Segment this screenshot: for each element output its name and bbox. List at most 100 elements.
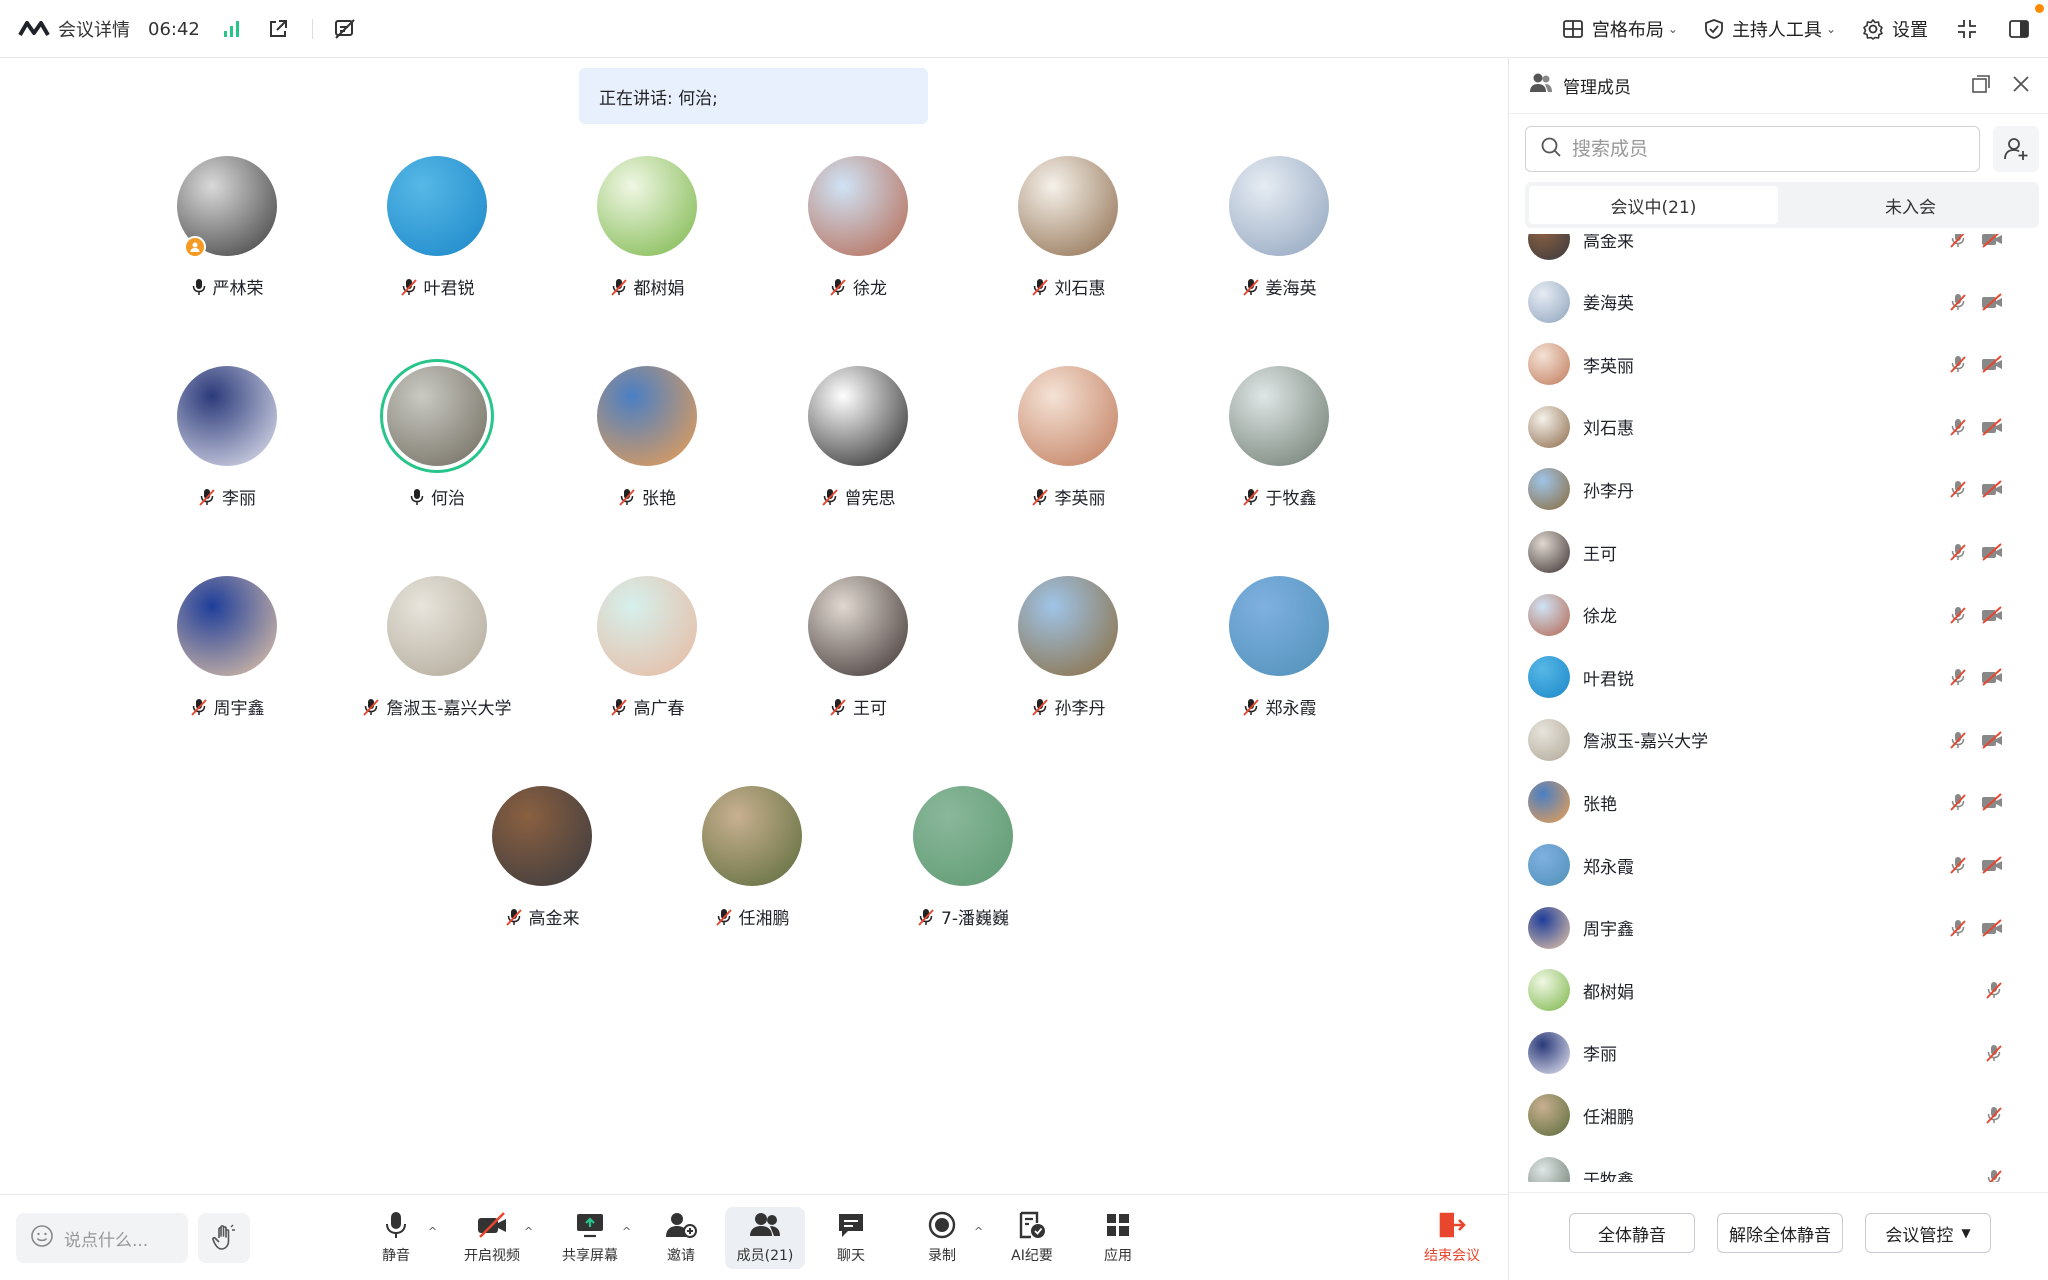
members-button[interactable]: 成员(21) xyxy=(725,1207,805,1269)
member-row[interactable]: 姜海英 xyxy=(1509,271,2048,333)
camera-off-icon[interactable] xyxy=(1981,731,2003,749)
meeting-details-link[interactable]: 会议详情 xyxy=(58,16,130,42)
microphone-muted-icon[interactable] xyxy=(1949,234,1967,248)
participant-tile[interactable]: 王可 xyxy=(753,576,963,736)
microphone-muted-icon[interactable] xyxy=(1949,793,1967,812)
camera-off-icon[interactable] xyxy=(1981,605,2003,624)
participant-tile[interactable]: 叶君锐 xyxy=(332,156,542,316)
mute-all-button[interactable]: 全体静音 xyxy=(1569,1213,1695,1253)
mute-options-caret[interactable]: ^ xyxy=(428,1225,437,1238)
member-row[interactable]: 李丽 xyxy=(1509,1022,2048,1084)
caption-off-icon[interactable] xyxy=(333,17,357,41)
grid-layout-button[interactable]: 宫格布局 ⌄ xyxy=(1562,16,1678,42)
participant-tile[interactable]: 孙李丹 xyxy=(963,576,1173,736)
participant-tile[interactable]: 李英丽 xyxy=(963,366,1173,526)
microphone-muted-icon[interactable] xyxy=(1949,919,1967,937)
camera-off-icon[interactable] xyxy=(1981,543,2003,561)
settings-button[interactable]: 设置 xyxy=(1862,16,1928,42)
microphone-muted-icon[interactable] xyxy=(1949,731,1967,749)
raise-hand-button[interactable] xyxy=(198,1213,250,1263)
meeting-control-button[interactable]: 会议管控 ▼ xyxy=(1865,1213,1991,1253)
camera-off-icon[interactable] xyxy=(1981,918,2003,937)
quick-chat-input[interactable]: 说点什么... xyxy=(16,1213,188,1263)
camera-off-icon[interactable] xyxy=(1981,418,2003,436)
participant-tile[interactable]: 都树娟 xyxy=(542,156,752,316)
participant-tile[interactable]: 7-潘巍巍 xyxy=(858,786,1068,946)
tab-not-joined[interactable]: 未入会 xyxy=(1786,186,2035,224)
camera-off-icon[interactable] xyxy=(1981,668,2003,686)
member-row[interactable]: 任湘鹏 xyxy=(1509,1084,2048,1146)
participant-tile[interactable]: 何治 xyxy=(332,366,542,526)
participant-tile[interactable]: 周宇鑫 xyxy=(122,576,332,736)
member-row[interactable]: 郑永霞 xyxy=(1509,834,2048,896)
share-screen-button[interactable]: 共享屏幕 xyxy=(550,1207,630,1269)
microphone-muted-icon[interactable] xyxy=(1949,480,1967,499)
mute-button[interactable]: 静音 xyxy=(356,1207,436,1269)
participant-tile[interactable]: 高广春 xyxy=(542,576,752,736)
member-row[interactable]: 都树娟 xyxy=(1509,959,2048,1021)
signal-strength-icon[interactable] xyxy=(220,17,244,41)
host-tools-button[interactable]: 主持人工具 ⌄ xyxy=(1704,16,1836,42)
microphone-muted-icon[interactable] xyxy=(1949,606,1967,624)
invite-button[interactable]: 邀请 xyxy=(641,1207,721,1269)
member-row[interactable]: 孙李丹 xyxy=(1509,458,2048,520)
pop-out-icon[interactable] xyxy=(1971,74,1991,94)
participant-tile[interactable]: 严林荣 xyxy=(122,156,332,316)
exit-fullscreen-icon[interactable] xyxy=(1954,16,1980,42)
chat-button[interactable]: 聊天 xyxy=(811,1207,891,1269)
tab-in-meeting[interactable]: 会议中(21) xyxy=(1529,186,1778,224)
share-options-caret[interactable]: ^ xyxy=(622,1225,631,1238)
add-member-button[interactable] xyxy=(1993,126,2039,172)
member-row[interactable]: 张艳 xyxy=(1509,771,2048,833)
member-search-input[interactable] xyxy=(1572,138,1952,160)
participant-tile[interactable]: 高金来 xyxy=(437,786,647,946)
microphone-muted-icon[interactable] xyxy=(1949,418,1967,436)
microphone-muted-icon[interactable] xyxy=(1985,1169,2003,1182)
microphone-muted-icon[interactable] xyxy=(1985,1044,2003,1062)
ai-minutes-button[interactable]: AI纪要 xyxy=(992,1207,1072,1269)
participant-tile[interactable]: 曾宪思 xyxy=(753,366,963,526)
camera-off-icon[interactable] xyxy=(1981,856,2003,874)
share-out-icon[interactable] xyxy=(266,17,290,41)
end-meeting-button[interactable]: 结束会议 xyxy=(1412,1207,1492,1269)
participant-tile[interactable]: 刘石惠 xyxy=(963,156,1173,316)
member-row[interactable]: 于牧鑫 xyxy=(1509,1147,2048,1182)
participant-tile[interactable]: 姜海英 xyxy=(1174,156,1384,316)
close-icon[interactable] xyxy=(2011,74,2031,94)
member-row[interactable]: 徐龙 xyxy=(1509,584,2048,646)
camera-off-icon[interactable] xyxy=(1981,793,2003,812)
camera-off-icon[interactable] xyxy=(1981,234,2003,248)
participant-tile[interactable]: 李丽 xyxy=(122,366,332,526)
microphone-muted-icon[interactable] xyxy=(1949,355,1967,373)
member-row[interactable]: 李英丽 xyxy=(1509,333,2048,395)
start-video-button[interactable]: 开启视频 xyxy=(452,1207,532,1269)
participant-tile[interactable]: 于牧鑫 xyxy=(1174,366,1384,526)
camera-off-icon[interactable] xyxy=(1981,355,2003,373)
member-row[interactable]: 高金来 xyxy=(1509,234,2048,270)
camera-off-icon[interactable] xyxy=(1981,292,2003,311)
member-row[interactable]: 周宇鑫 xyxy=(1509,897,2048,959)
microphone-muted-icon[interactable] xyxy=(1949,668,1967,686)
participant-tile[interactable]: 徐龙 xyxy=(753,156,963,316)
microphone-muted-icon[interactable] xyxy=(1985,981,2003,999)
record-options-caret[interactable]: ^ xyxy=(974,1225,983,1238)
unmute-all-button[interactable]: 解除全体静音 xyxy=(1717,1213,1843,1253)
video-options-caret[interactable]: ^ xyxy=(524,1225,533,1238)
microphone-muted-icon[interactable] xyxy=(1949,543,1967,561)
member-row[interactable]: 王可 xyxy=(1509,521,2048,583)
participant-tile[interactable]: 詹淑玉-嘉兴大学 xyxy=(332,576,542,736)
participant-tile[interactable]: 张艳 xyxy=(542,366,752,526)
apps-button[interactable]: 应用 xyxy=(1078,1207,1158,1269)
member-row[interactable]: 刘石惠 xyxy=(1509,396,2048,458)
record-button[interactable]: 录制 xyxy=(902,1207,982,1269)
sidebar-toggle-icon[interactable] xyxy=(2006,16,2032,42)
microphone-muted-icon[interactable] xyxy=(1949,856,1967,874)
camera-off-icon[interactable] xyxy=(1981,480,2003,499)
member-row[interactable]: 叶君锐 xyxy=(1509,646,2048,708)
participant-tile[interactable]: 郑永霞 xyxy=(1174,576,1384,736)
member-list[interactable]: 高金来 姜海英 李英丽 刘石惠 孙李丹 王可 徐龙 叶君锐 詹淑玉-嘉兴大学 张艳 郑永霞 周宇鑫 都树… xyxy=(1509,234,2048,1182)
member-row[interactable]: 詹淑玉-嘉兴大学 xyxy=(1509,709,2048,771)
microphone-muted-icon[interactable] xyxy=(1949,293,1967,311)
microphone-muted-icon[interactable] xyxy=(1985,1106,2003,1125)
emoji-icon[interactable] xyxy=(30,1224,54,1253)
